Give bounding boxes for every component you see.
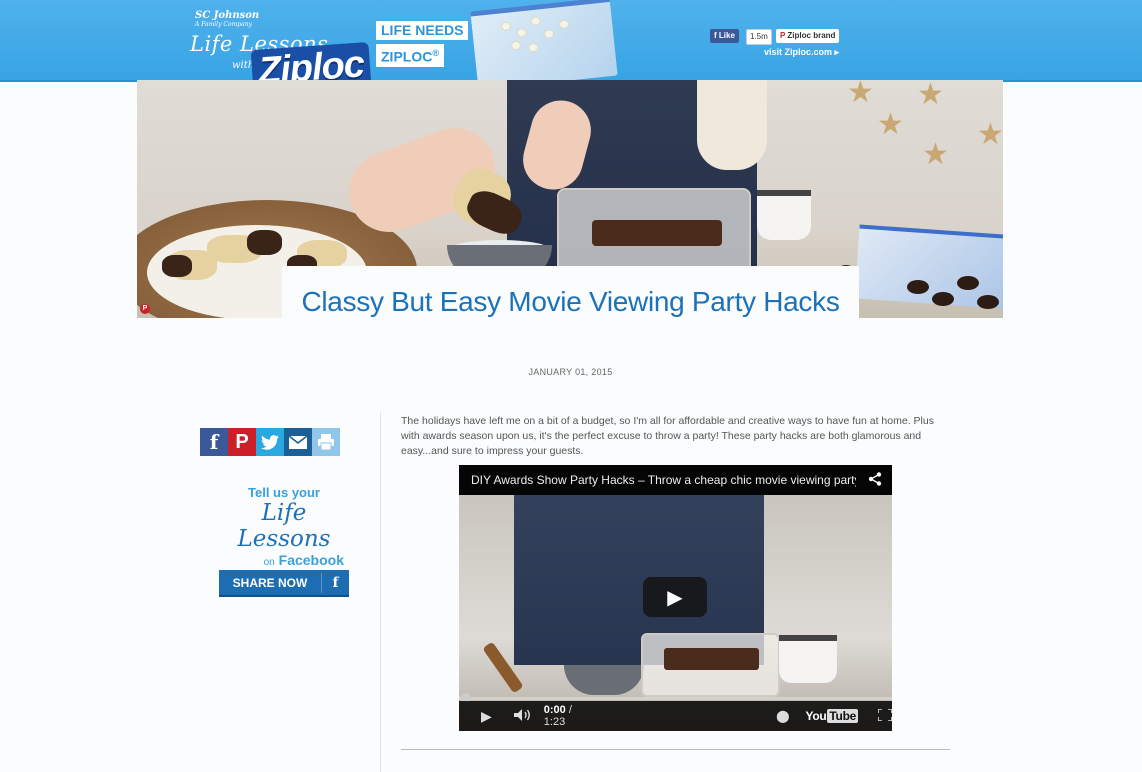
popcorn (511, 41, 521, 50)
volume-icon[interactable] (513, 708, 532, 724)
promo-line-3: on Facebook (218, 552, 350, 568)
like-count: 1.5m (746, 29, 772, 45)
video-progress-bar[interactable] (459, 697, 892, 700)
video-player[interactable]: DIY Awards Show Party Hacks – Throw a ch… (459, 465, 892, 731)
promo-line-1: Tell us your (248, 485, 320, 500)
popcorn (531, 17, 540, 26)
hero-cup (757, 190, 811, 240)
play-icon[interactable]: ▶ (481, 708, 492, 725)
play-icon: ▶ (667, 586, 683, 609)
video-chocolate (664, 648, 759, 670)
popcorn (517, 28, 527, 37)
registered-mark: ® (432, 48, 439, 58)
settings-icon[interactable]: ⬤ (776, 709, 789, 723)
facebook-promo[interactable]: Tell us your Life Lessons on Facebook (218, 485, 350, 568)
pinterest-label: Ziploc brand (787, 31, 836, 40)
article-date: JANUARY 01, 2015 (528, 367, 613, 377)
promo-line-2: Life Lessons (237, 500, 331, 552)
share-now-button[interactable]: SHARE NOW f (219, 570, 349, 597)
share-now-label: SHARE NOW (232, 575, 308, 590)
chocolate-disc (932, 292, 954, 306)
site-header: SC Johnson A Family Company Life Lessons… (0, 0, 1142, 95)
chocolate-disc (977, 295, 999, 309)
current-time: 0:00 (543, 704, 566, 716)
pinterest-icon[interactable]: P (228, 428, 256, 456)
video-controls: ▶ 0:00 / 1:23 ⬤ You Tube (459, 701, 892, 731)
video-title-bar[interactable]: DIY Awards Show Party Hacks – Throw a ch… (459, 465, 892, 495)
time-separator: / (568, 704, 572, 716)
facebook-like-button[interactable]: f Like (710, 29, 739, 43)
visit-ziploc-link[interactable]: visit Ziploc.com ▸ (764, 47, 839, 58)
pinterest-icon[interactable]: P (140, 304, 150, 314)
chocolate-disc (907, 280, 929, 294)
share-toolbar: f P (200, 428, 340, 456)
facebook-icon: f (332, 574, 339, 591)
email-icon[interactable] (284, 428, 312, 456)
fullscreen-icon[interactable] (877, 708, 892, 724)
print-icon[interactable] (312, 428, 340, 456)
ziploc-banner[interactable]: ZIPLOC® (376, 44, 444, 67)
video-cup (779, 635, 837, 683)
popcorn (501, 22, 511, 31)
star-decoration: ★ (847, 80, 874, 109)
youtube-tube: Tube (827, 709, 858, 723)
hero-melted-chocolate (592, 220, 722, 246)
article-title: Classy But Easy Movie Viewing Party Hack… (301, 286, 840, 317)
star-decoration: ★ (922, 138, 949, 171)
promo-on: on (263, 557, 275, 568)
hero-apron-tie (697, 80, 767, 170)
facebook-icon[interactable]: f (200, 428, 228, 456)
popcorn (529, 43, 538, 52)
visit-link-text: visit Ziploc.com (764, 47, 833, 57)
life-needs-banner[interactable]: LIFE NEEDS (376, 21, 469, 40)
star-decoration: ★ (917, 80, 944, 111)
article-divider (401, 749, 950, 750)
video-time: 0:00 / 1:23 (544, 704, 580, 728)
article-header: Classy But Easy Movie Viewing Party Hack… (282, 266, 859, 386)
popcorn (544, 30, 554, 38)
sc-johnson-logo[interactable]: SC Johnson A Family Company (195, 11, 259, 29)
share-icon[interactable] (868, 472, 882, 489)
ziploc-bag-image (470, 0, 618, 91)
arrow-right-icon: ▸ (834, 47, 840, 57)
play-button[interactable]: ▶ (643, 577, 707, 617)
video-title: DIY Awards Show Party Hacks – Throw a ch… (471, 473, 856, 487)
duration: 1:23 (543, 716, 566, 728)
twitter-icon[interactable] (256, 428, 284, 456)
chocolate-dip (247, 230, 282, 255)
popcorn (559, 20, 569, 29)
chocolate-disc (957, 276, 979, 290)
youtube-logo[interactable]: You Tube (806, 709, 858, 723)
sc-johnson-tagline: A Family Company (195, 21, 252, 28)
star-decoration: ★ (977, 118, 1003, 151)
youtube-you: You (805, 709, 827, 723)
article-intro: The holidays have left me on a bit of a … (401, 415, 934, 457)
ziploc-banner-text: ZIPLOC (381, 48, 433, 65)
chocolate-dip (162, 255, 192, 277)
column-divider (380, 412, 381, 772)
like-label: Like (718, 31, 735, 40)
promo-facebook: Facebook (278, 552, 344, 568)
star-decoration: ★ (877, 108, 904, 141)
pinterest-follow-button[interactable]: P Ziploc brand (776, 29, 840, 43)
